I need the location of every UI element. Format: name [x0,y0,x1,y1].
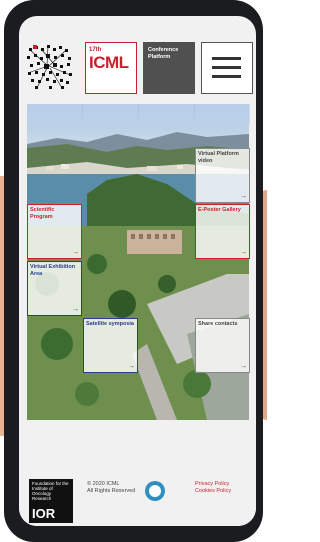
arrow-right-icon: → [240,363,247,370]
badge-inner [149,485,161,497]
tile-virtual-platform-video[interactable]: Virtual Platform video → [195,148,250,203]
screen: 17th ICML Conference Platform Virtual Pl… [19,16,256,526]
certification-badge-icon [145,481,165,501]
icml-title: ICML [89,53,129,72]
tile-blank [27,104,82,124]
foundation-name: Foundation for the Institute of Oncology… [32,481,69,501]
tile-eposter-gallery[interactable]: E-Poster Gallery → [195,204,250,259]
arrow-right-icon: → [72,249,79,256]
copyright-block: © 2020 ICML All Rights Reserved [87,481,135,495]
tile-label: Satellite symposia [86,321,134,327]
cookies-policy-link[interactable]: Cookies Policy [195,488,231,495]
tile-label: Scientific Program [30,207,55,220]
tile-grid: Virtual Platform video → Scientific Prog… [27,104,250,420]
arrow-right-icon: → [128,363,135,370]
conference-platform-label: Conference Platform [148,47,179,60]
rights-text: All Rights Reserved [87,488,136,494]
tile-label: E-Poster Gallery [198,207,241,213]
phone-frame: 17th ICML Conference Platform Virtual Pl… [4,0,263,542]
menu-icon-line [212,75,241,78]
tile-virtual-exhibition-area[interactable]: Virtual Exhibition Area → [27,261,82,316]
footer: Foundation for the Institute of Oncology… [19,461,256,526]
icml-network-logo[interactable] [25,42,75,92]
ior-logo[interactable]: Foundation for the Institute of Oncology… [29,479,73,523]
tile-scientific-program[interactable]: Scientific Program → [27,204,82,259]
menu-icon-line [212,57,241,60]
tile-blank [83,104,138,124]
icml-logo[interactable]: 17th ICML [85,42,137,94]
privacy-policy-link[interactable]: Privacy Policy [195,481,231,488]
tile-label: Virtual Exhibition Area [30,264,76,277]
arrow-right-icon: → [240,249,247,256]
arrow-right-icon: → [72,306,79,313]
tile-label: Virtual Platform video [198,151,239,164]
policy-links: Privacy Policy Cookies Policy [195,481,231,495]
arrow-right-icon: → [240,193,247,200]
ior-wordmark: IOR [32,506,56,521]
tile-share-contacts[interactable]: Share contacts → [195,318,250,373]
tile-blank [139,104,194,124]
hamburger-menu-button[interactable] [201,42,253,94]
tile-blank [195,104,250,124]
tile-label: Share contacts [198,321,238,327]
copyright-text: © 2020 ICML [87,481,120,487]
tile-satellite-symposia[interactable]: Satellite symposia → [83,318,138,373]
menu-icon-line [212,66,241,69]
conference-platform-box[interactable]: Conference Platform [143,42,195,94]
